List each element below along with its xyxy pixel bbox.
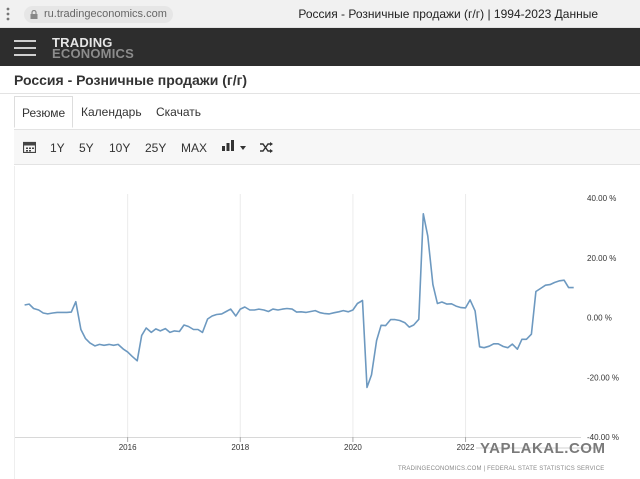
hamburger-menu-icon[interactable] <box>14 40 36 56</box>
address-bar[interactable]: ru.tradingeconomics.com <box>24 6 173 23</box>
site-header: TRADING ECONOMICS <box>0 28 640 66</box>
chart-area: 2016 2018 2020 2022 40.00 % 20.00 % 0.00 % -20.… <box>14 166 640 479</box>
range-25y-button[interactable]: 25Y <box>145 141 166 155</box>
divider <box>0 93 640 94</box>
y-tick-label: 20.00 % <box>587 254 616 263</box>
browser-tab-title: Россия - Розничные продажи (г/г) | 1994-… <box>298 7 598 21</box>
site-logo[interactable]: TRADING ECONOMICS <box>52 36 134 61</box>
tab-summary[interactable]: Резюме <box>14 96 74 128</box>
x-tick-label: 2022 <box>457 443 475 452</box>
chart-toolbar: 1Y 5Y 10Y 25Y MAX <box>14 129 640 165</box>
tab-calendar[interactable]: Календарь <box>81 96 142 128</box>
range-5y-button[interactable]: 5Y <box>79 141 94 155</box>
watermark: YAPLAKAL.COM <box>480 440 606 457</box>
chart-type-dropdown[interactable] <box>222 140 246 154</box>
page-title: Россия - Розничные продажи (г/г) <box>14 72 248 88</box>
url-text: ru.tradingeconomics.com <box>44 8 167 20</box>
range-10y-button[interactable]: 10Y <box>109 141 130 155</box>
y-tick-label: 40.00 % <box>587 194 616 203</box>
browser-bar: ru.tradingeconomics.com Россия - Розничн… <box>0 0 640 28</box>
y-tick-label: -20.00 % <box>587 373 619 382</box>
series-line[interactable] <box>24 213 574 389</box>
tab-download-label: Скачать <box>156 105 201 119</box>
chart-source: TRADINGECONOMICS.COM | FEDERAL STATE STA… <box>398 466 605 472</box>
tab-summary-label: Резюме <box>22 106 66 120</box>
tab-download[interactable]: Скачать <box>156 96 201 147</box>
line-chart[interactable]: 2016 2018 2020 2022 40.00 % 20.00 % 0.00 % -20.… <box>15 166 640 479</box>
shuffle-icon[interactable] <box>260 142 273 153</box>
y-tick-label: 0.00 % <box>587 314 612 323</box>
x-tick-label: 2016 <box>119 443 137 452</box>
x-tick-label: 2020 <box>344 443 362 452</box>
tab-calendar-label: Календарь <box>81 105 142 119</box>
lock-icon <box>30 10 38 19</box>
calendar-icon[interactable] <box>23 141 36 153</box>
menu-dots-icon[interactable] <box>6 7 10 21</box>
bar-chart-icon <box>222 140 234 151</box>
x-tick-label: 2018 <box>231 443 249 452</box>
range-max-button[interactable]: MAX <box>181 141 207 155</box>
range-1y-button[interactable]: 1Y <box>50 141 65 155</box>
logo-line-2: ECONOMICS <box>52 46 134 61</box>
chevron-down-icon <box>240 145 246 150</box>
